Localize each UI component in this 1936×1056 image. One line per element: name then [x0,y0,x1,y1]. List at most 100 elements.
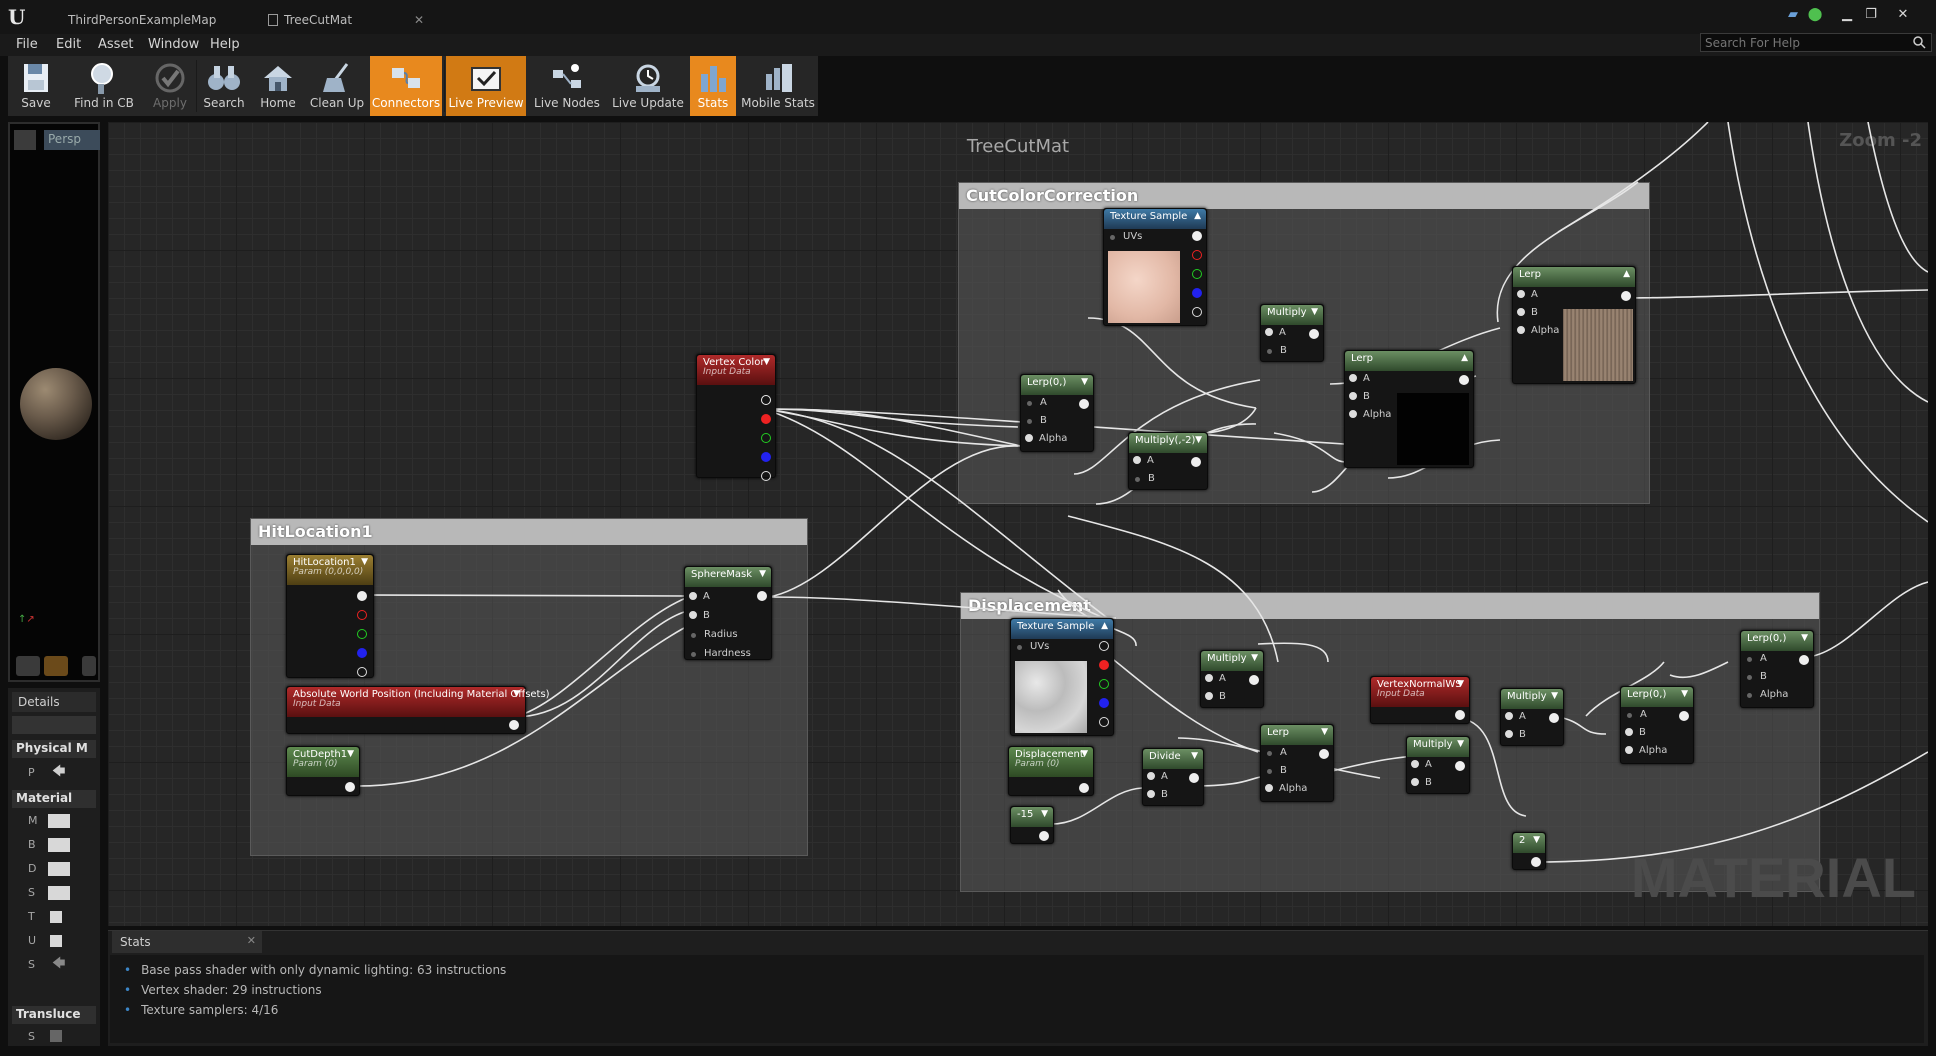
clean-up-button[interactable]: Clean Up [306,56,368,116]
help-search-input[interactable] [1700,33,1932,52]
output-pin[interactable] [1039,831,1049,841]
output-pin[interactable] [1079,399,1089,409]
input-pin-alpha[interactable]: Alpha [1625,745,1667,756]
viewport-options-dropdown[interactable] [14,130,36,150]
chat-icon[interactable]: ▰ [1782,6,1804,24]
tab-third-person-map[interactable]: ThirdPersonExampleMap [52,8,242,32]
node-cut-depth[interactable]: CutDepth1 Param (0) ▼ [286,746,360,796]
node-lerp-displacement[interactable]: Lerp ▼ A B Alpha [1260,724,1334,802]
output-pin-rgb[interactable] [1099,641,1109,651]
details-search-input[interactable] [12,716,96,734]
output-pin-a[interactable] [1099,717,1109,727]
detail-dropdown[interactable] [48,886,70,900]
search-button[interactable]: Search [198,56,250,116]
menu-file[interactable]: File [16,37,38,52]
detail-checkbox[interactable] [50,911,62,923]
input-pin-alpha[interactable]: Alpha [1517,325,1559,336]
preview-viewport[interactable]: Persp ↑↗ [8,122,100,682]
close-window-icon[interactable]: ✕ [1892,6,1914,24]
input-pin-a[interactable]: A [1625,709,1647,720]
input-pin-b[interactable]: B [1265,765,1287,776]
output-pin-g[interactable] [1099,679,1109,689]
node-sphere-mask[interactable]: SphereMask ▼ A B Radius Hardness [684,566,772,660]
detail-dropdown[interactable] [48,862,70,876]
output-pin-g[interactable] [357,629,367,639]
node-constant-neg15[interactable]: -15 ▼ [1010,806,1054,844]
node-divide[interactable]: Divide ▼ A B [1142,748,1204,806]
input-pin-b[interactable]: B [1133,473,1155,484]
search-icon[interactable] [1912,35,1926,49]
node-lerp-zero-displacement-a[interactable]: Lerp(0,) ▼ A B Alpha [1620,686,1694,764]
output-pin[interactable] [1455,761,1465,771]
input-pin-a[interactable]: A [1133,455,1154,466]
tab-tree-cut-mat[interactable]: TreeCutMat ✕ [252,8,432,32]
collapse-icon[interactable]: ▼ [1321,727,1328,737]
input-pin-a[interactable]: A [1147,771,1168,782]
output-pin[interactable] [1079,783,1089,793]
output-pin[interactable] [757,591,767,601]
input-pin-a[interactable]: A [1517,289,1538,300]
input-pin-b[interactable]: B [1517,307,1538,318]
node-hit-location-param[interactable]: HitLocation1 Param (0,0,0,0) ▼ [286,554,374,678]
input-pin-b[interactable]: B [1411,777,1432,788]
collapse-icon[interactable]: ▼ [1457,739,1464,749]
output-pin-b[interactable] [1099,698,1109,708]
apply-button[interactable]: Apply [146,56,194,116]
output-pin-a[interactable] [1192,307,1202,317]
input-pin-b[interactable]: B [689,610,710,621]
output-pin[interactable] [1679,711,1689,721]
output-pin[interactable] [1799,655,1809,665]
translucency-section[interactable]: Transluce [12,1006,96,1024]
input-pin-a[interactable]: A [1025,397,1047,408]
material-graph[interactable]: TreeCutMat Zoom -2 CutColorCorrection Hi… [108,122,1928,926]
close-stats-icon[interactable]: ✕ [247,934,256,947]
preview-mesh-icon[interactable] [44,656,68,676]
stats-tab[interactable]: Stats ✕ [112,931,262,953]
input-pin-alpha[interactable]: Alpha [1265,783,1307,794]
output-pin-r[interactable] [357,610,367,620]
detail-dropdown[interactable] [48,814,70,828]
output-pin-r[interactable] [1099,660,1109,670]
input-pin-hardness[interactable]: Hardness [689,648,751,659]
live-nodes-button[interactable]: Live Nodes [528,56,606,116]
live-preview-button[interactable]: Live Preview [446,56,526,116]
collapse-icon[interactable]: ▼ [1681,689,1688,699]
output-pin[interactable] [1621,291,1631,301]
collapse-icon[interactable]: ▼ [347,749,354,759]
output-pin[interactable] [1549,713,1559,723]
input-pin-a[interactable]: A [1265,747,1287,758]
output-pin[interactable] [1455,710,1465,720]
unreal-logo-icon[interactable]: U [8,6,30,28]
menu-edit[interactable]: Edit [56,37,81,52]
input-pin-a[interactable]: A [1349,373,1370,384]
collapse-icon[interactable]: ▲ [1101,621,1108,631]
collapse-icon[interactable]: ▼ [759,569,766,579]
input-pin-alpha[interactable]: Alpha [1745,689,1788,700]
collapse-icon[interactable]: ▼ [1551,691,1558,701]
node-lerp-zero-displacement-b[interactable]: Lerp(0,) ▼ A B Alpha [1740,630,1814,708]
collapse-icon[interactable]: ▲ [1461,353,1468,363]
collapse-icon[interactable]: ▼ [1801,633,1808,643]
node-multiply-displacement[interactable]: Multiply ▼ A B [1200,650,1264,708]
find-in-cb-button[interactable]: Find in CB [64,56,144,116]
node-multiply-lerp[interactable]: Multiply ▼ A B [1406,736,1470,794]
node-multiply-neg2[interactable]: Multiply(,-2) ▼ A B [1128,432,1208,490]
output-pin-a[interactable] [357,667,367,677]
input-pin-uvs[interactable]: UVs [1108,231,1142,242]
output-pin[interactable] [1309,329,1319,339]
input-pin-a[interactable]: A [1505,711,1526,722]
output-pin-b[interactable] [1192,288,1202,298]
output-pin[interactable] [509,720,519,730]
arrow-left-icon[interactable]: 🡄 [52,762,65,784]
output-pin-g[interactable] [1192,269,1202,279]
input-pin-a[interactable]: A [1205,673,1226,684]
output-pin-g[interactable] [761,433,771,443]
home-button[interactable]: Home [252,56,304,116]
collapse-icon[interactable]: ▼ [1081,377,1088,387]
menu-help[interactable]: Help [210,37,240,52]
input-pin-b[interactable]: B [1505,729,1526,740]
restore-icon[interactable]: ❐ [1860,6,1882,24]
collapse-icon[interactable]: ▼ [1081,749,1088,759]
input-pin-uvs[interactable]: UVs [1015,641,1049,652]
input-pin-b[interactable]: B [1025,415,1047,426]
